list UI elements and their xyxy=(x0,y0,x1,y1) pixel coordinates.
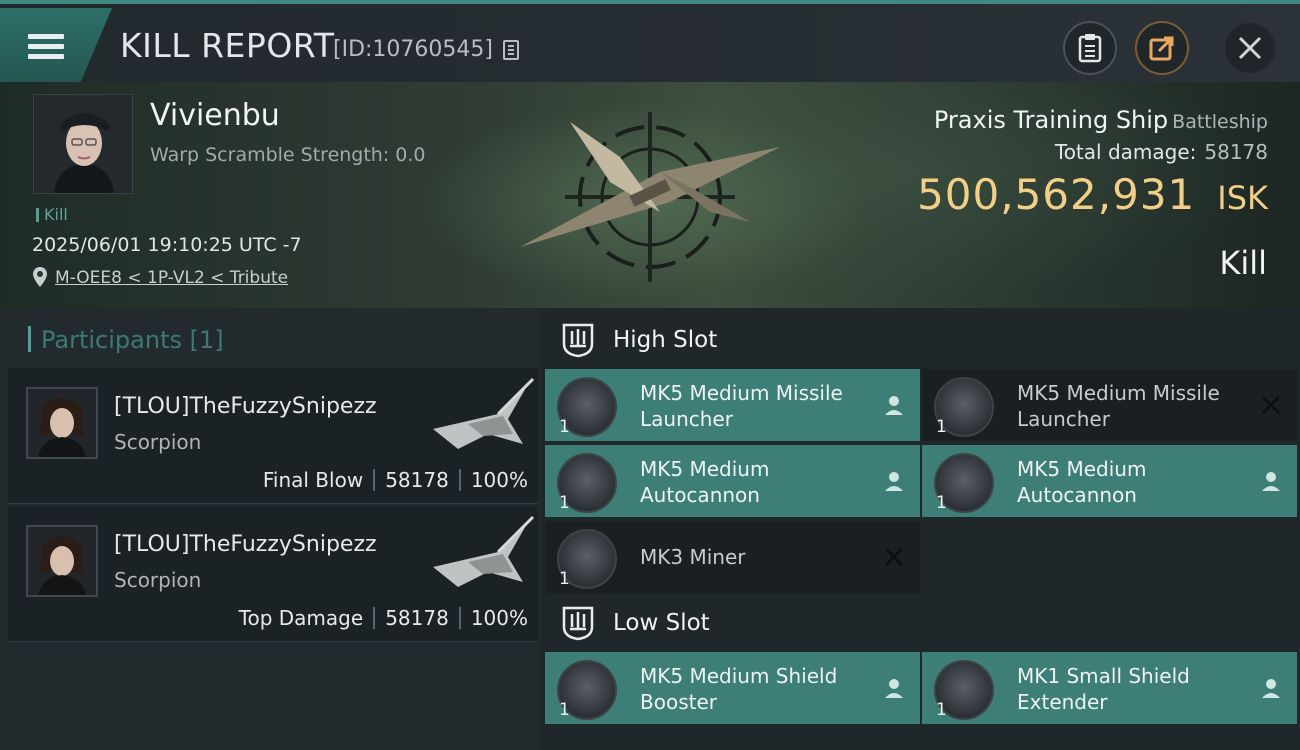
victim-name[interactable]: Vivienbu xyxy=(150,98,280,133)
participant-card[interactable]: [TLOU]TheFuzzySnipezz Scorpion Final Blo… xyxy=(8,368,538,504)
isk-value-row: 500,562,931 ISK xyxy=(917,170,1268,219)
share-button[interactable] xyxy=(1135,21,1189,75)
x-icon xyxy=(1262,396,1280,414)
module-name: MK5 Medium Missile Launcher xyxy=(1017,381,1220,431)
person-icon xyxy=(885,679,903,698)
participant-avatar xyxy=(26,525,98,597)
module-name: MK5 Medium Shield Booster xyxy=(640,664,838,714)
participants-header[interactable]: Participants [1] xyxy=(28,326,224,354)
scorpion-ship-icon xyxy=(433,515,535,587)
participant-avatar xyxy=(26,387,98,459)
module-slot[interactable]: 1 MK1 Small Shield Extender xyxy=(922,652,1297,724)
pilot-avatar-icon xyxy=(28,527,96,595)
total-damage-label: Total damage: xyxy=(1054,140,1197,164)
module-slot[interactable]: 1 MK5 Medium Shield Booster xyxy=(545,652,920,724)
person-icon xyxy=(1262,472,1280,491)
module-slot[interactable]: 1 MK5 Medium Missile Launcher xyxy=(545,369,920,441)
participant-name: [TLOU]TheFuzzySnipezz xyxy=(114,394,377,419)
participant-ship: Scorpion xyxy=(114,430,202,454)
person-icon xyxy=(885,396,903,415)
participants-panel: Participants [1] [TLOU]TheFuzzySnipezz S… xyxy=(0,308,541,750)
module-quantity: 1 xyxy=(936,700,947,720)
high-slot-label: High Slot xyxy=(613,327,718,353)
module-name: MK5 Medium Missile Launcher xyxy=(640,381,843,431)
high-slot-icon xyxy=(562,323,594,358)
module-quantity: 1 xyxy=(559,700,570,720)
total-damage-value: 58178 xyxy=(1204,140,1268,164)
ship-name-row: Praxis Training Ship Battleship xyxy=(934,106,1268,134)
header-bar: KILL REPORT [ID:10760545] xyxy=(0,0,1300,82)
participant-percent: 100% xyxy=(470,606,528,630)
total-damage: Total damage: 58178 xyxy=(1055,140,1268,164)
kill-tag: Kill xyxy=(36,205,68,224)
module-quantity: 1 xyxy=(936,417,947,437)
module-quantity: 1 xyxy=(559,493,570,513)
participant-stats: Top Damage 58178 100% xyxy=(239,606,528,630)
location-link[interactable]: M-OEE8 < 1P-VL2 < Tribute xyxy=(55,268,288,288)
scorpion-ship-icon xyxy=(433,377,535,449)
close-icon xyxy=(1238,36,1262,60)
participant-role: Top Damage xyxy=(238,606,364,630)
participant-damage: 58178 xyxy=(385,606,449,630)
pilot-avatar-icon xyxy=(28,389,96,457)
module-name: MK1 Small Shield Extender xyxy=(1017,664,1190,714)
module-slot[interactable]: 1 MK5 Medium Autocannon xyxy=(545,445,920,517)
victim-portrait[interactable] xyxy=(33,94,133,194)
low-slot-header: Low Slot xyxy=(561,605,710,641)
isk-unit: ISK xyxy=(1217,179,1268,217)
warp-scramble-strength: Warp Scramble Strength: 0.0 xyxy=(150,144,426,166)
pilot-avatar-icon xyxy=(34,95,132,193)
participant-percent: 100% xyxy=(470,468,528,492)
participant-stats: Final Blow 58178 100% xyxy=(263,468,528,492)
module-slot[interactable]: 1 MK3 Miner xyxy=(545,521,920,593)
kill-result: Kill xyxy=(1219,244,1267,282)
module-quantity: 1 xyxy=(559,569,570,589)
participant-card[interactable]: [TLOU]TheFuzzySnipezz Scorpion Top Damag… xyxy=(8,506,538,642)
participant-ship: Scorpion xyxy=(114,568,202,592)
menu-icon xyxy=(28,34,64,60)
module-quantity: 1 xyxy=(559,417,570,437)
low-slot-label: Low Slot xyxy=(613,610,710,636)
share-icon xyxy=(1149,36,1174,61)
module-name: MK5 Medium Autocannon xyxy=(640,457,770,507)
menu-button[interactable] xyxy=(0,8,112,82)
ship-name[interactable]: Praxis Training Ship xyxy=(934,106,1168,134)
x-icon xyxy=(885,548,903,566)
high-slot-header: High Slot xyxy=(561,322,717,358)
victim-summary: Vivienbu Warp Scramble Strength: 0.0 Kil… xyxy=(0,82,1300,308)
page-title: KILL REPORT xyxy=(120,26,335,65)
module-name: MK3 Miner xyxy=(640,545,746,569)
module-slot[interactable]: 1 MK5 Medium Missile Launcher xyxy=(922,369,1297,441)
person-icon xyxy=(885,472,903,491)
module-slot[interactable]: 1 MK5 Medium Autocannon xyxy=(922,445,1297,517)
report-id: [ID:10760545] xyxy=(333,37,493,62)
clipboard-button[interactable] xyxy=(1063,21,1117,75)
isk-value: 500,562,931 xyxy=(917,170,1196,219)
victim-ship-image xyxy=(520,112,780,282)
module-quantity: 1 xyxy=(936,493,947,513)
clipboard-icon xyxy=(1078,34,1102,63)
person-icon xyxy=(1262,679,1280,698)
kill-datetime: 2025/06/01 19:10:25 UTC -7 xyxy=(32,234,302,256)
participant-role: Final Blow xyxy=(262,468,364,492)
fitting-panel: High Slot 1 MK5 Medium Missile Launcher … xyxy=(541,308,1300,750)
ship-class: Battleship xyxy=(1172,111,1268,133)
participant-name: [TLOU]TheFuzzySnipezz xyxy=(114,532,377,557)
copy-icon[interactable] xyxy=(503,40,519,60)
location-pin-icon xyxy=(33,267,47,287)
close-button[interactable] xyxy=(1223,21,1277,75)
participant-damage: 58178 xyxy=(385,468,449,492)
low-slot-icon xyxy=(562,606,594,641)
module-name: MK5 Medium Autocannon xyxy=(1017,457,1147,507)
